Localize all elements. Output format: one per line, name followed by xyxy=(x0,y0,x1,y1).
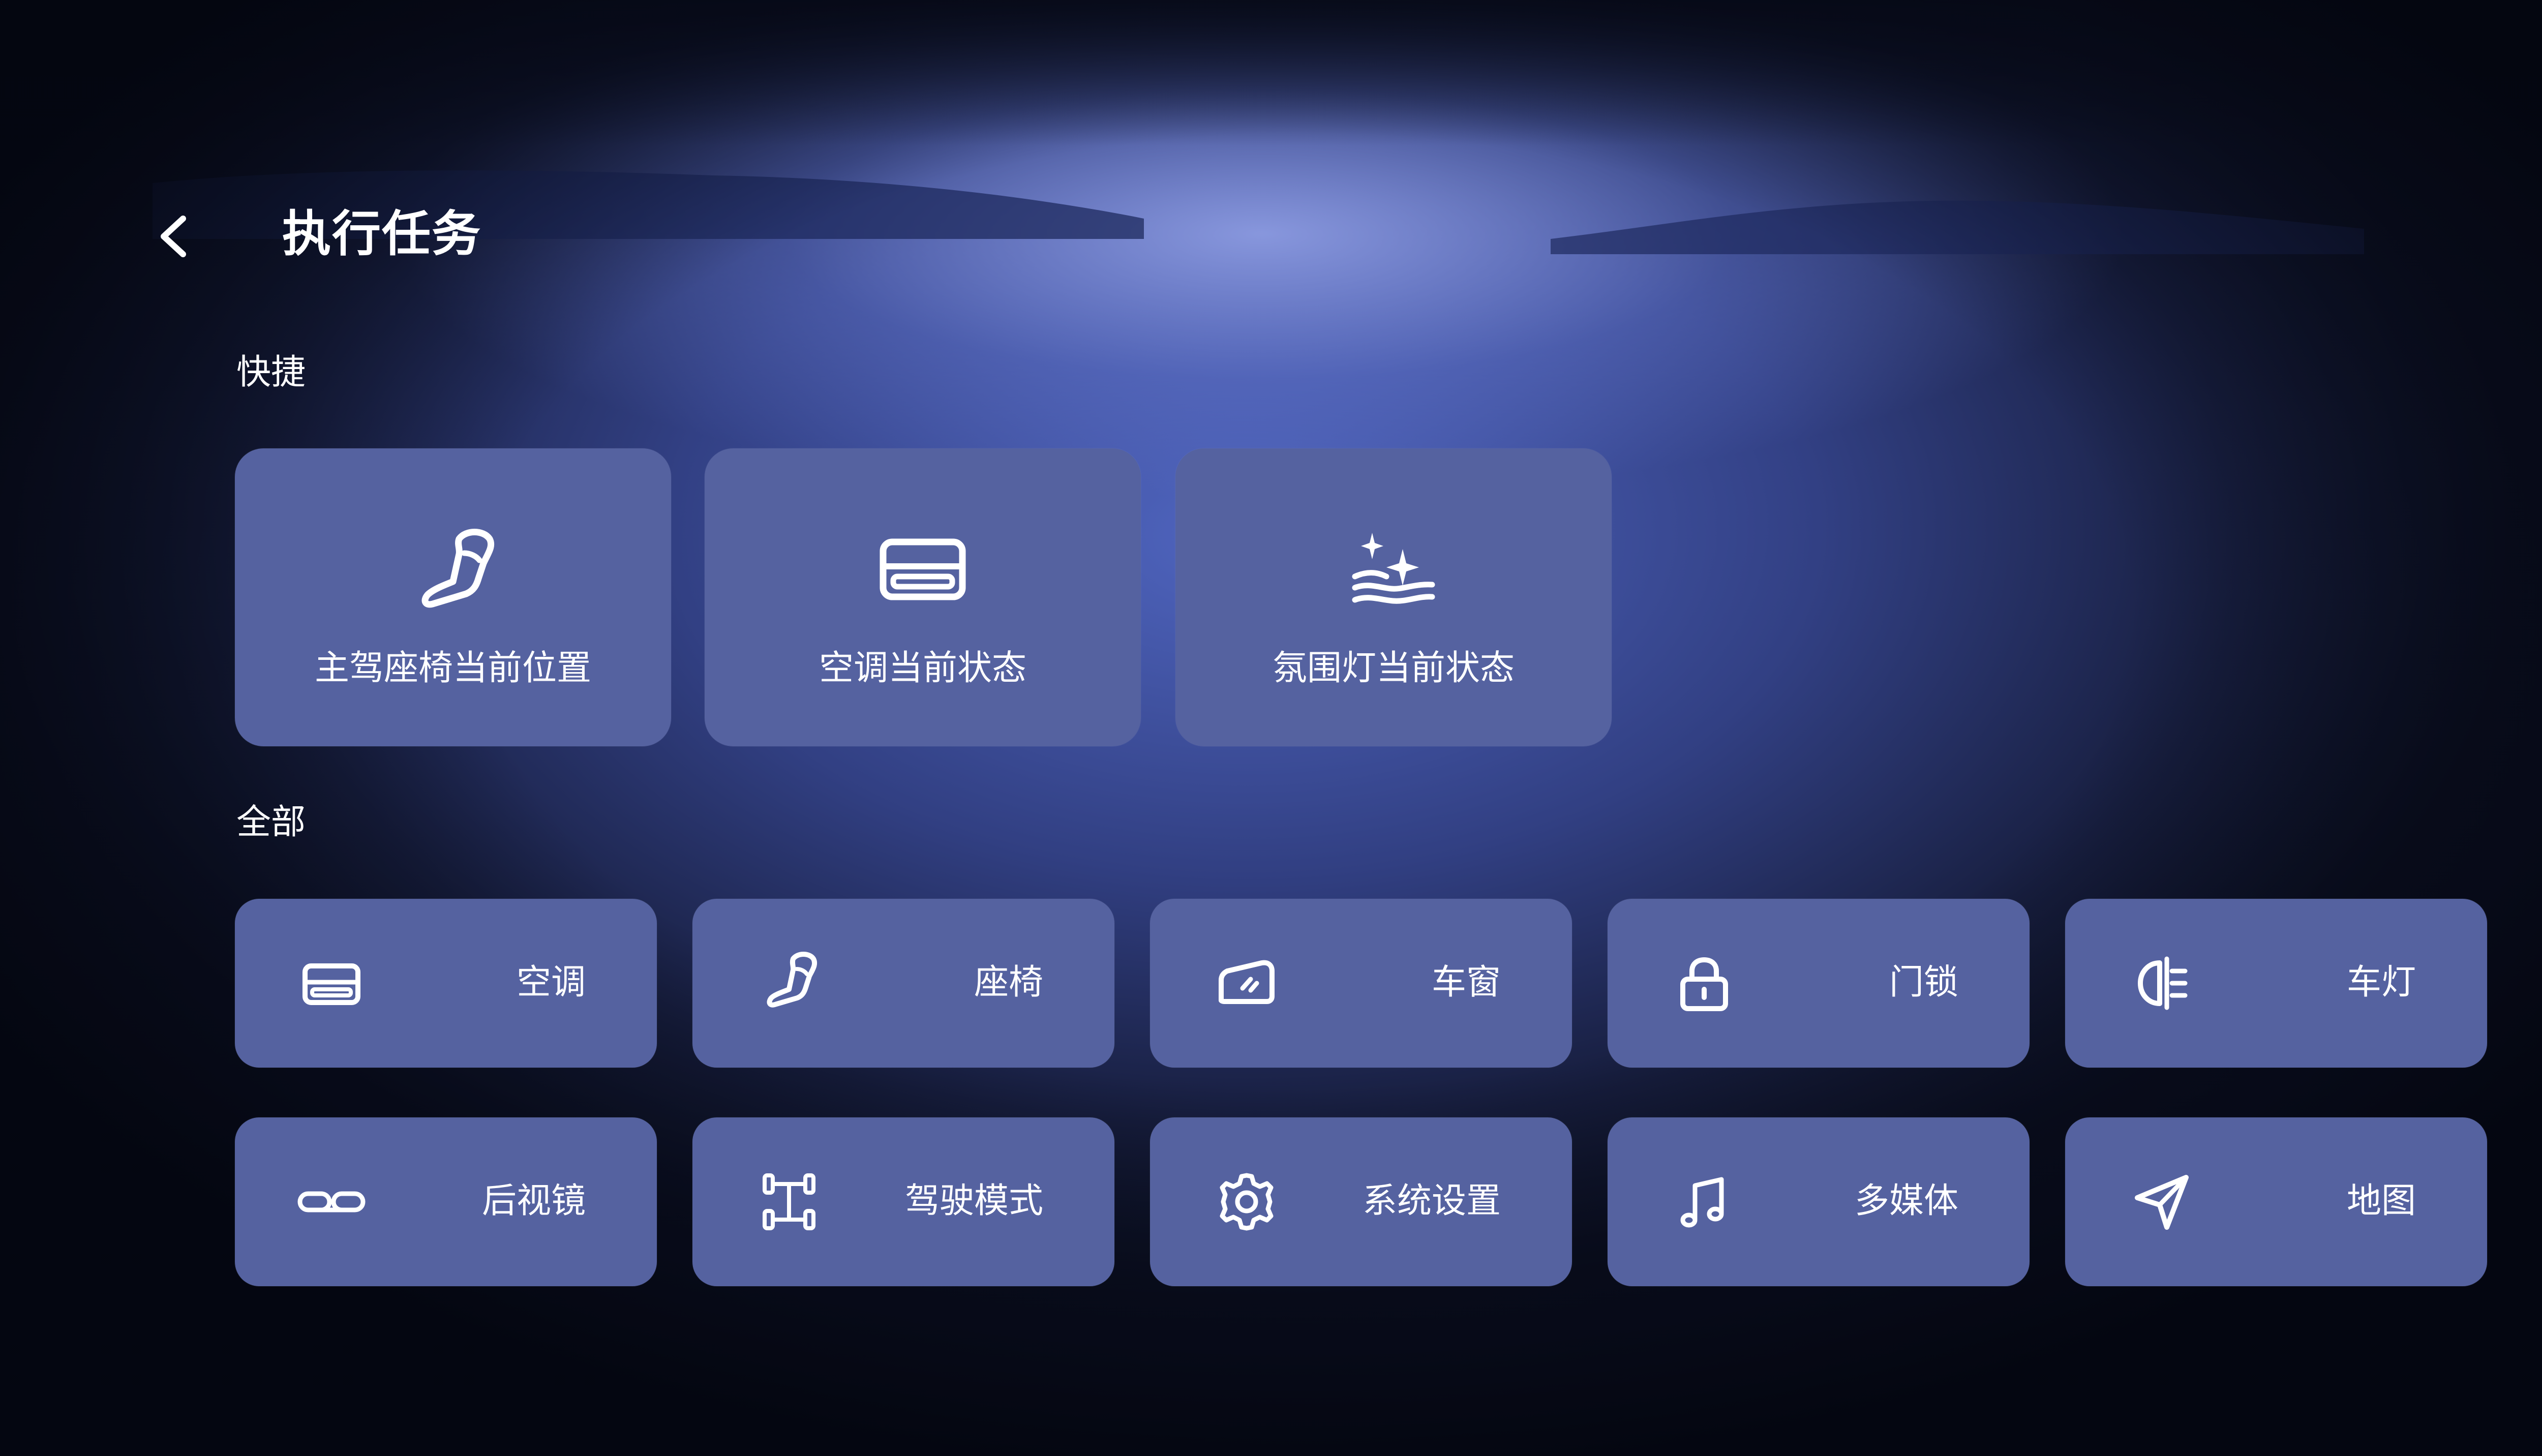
tile-label: 门锁 xyxy=(1889,962,1958,1003)
tile-door-lock[interactable]: 门锁 xyxy=(1608,899,2030,1068)
tile-car-window[interactable]: 车窗 xyxy=(1150,899,1572,1068)
air-conditioner-icon xyxy=(880,538,966,600)
quick-tile-ambient-light-status[interactable]: 氛围灯当前状态 xyxy=(1175,448,1612,746)
quick-tile-label: 氛围灯当前状态 xyxy=(1272,648,1515,688)
tile-label: 车窗 xyxy=(1431,962,1501,1003)
tile-map[interactable]: 地图 xyxy=(2065,1117,2487,1286)
section-label-quick: 快捷 xyxy=(236,352,306,392)
headlight-icon xyxy=(2138,956,2188,1010)
music-note-icon xyxy=(1680,1177,1724,1228)
lock-icon xyxy=(1680,957,1728,1011)
air-conditioner-icon xyxy=(302,963,360,1005)
navigation-icon xyxy=(2135,1175,2189,1230)
mirror-icon xyxy=(297,1191,366,1212)
tile-headlight[interactable]: 车灯 xyxy=(2065,899,2487,1068)
seat-icon xyxy=(767,952,818,1008)
section-label-all: 全部 xyxy=(236,802,306,842)
gear-icon xyxy=(1220,1173,1274,1231)
tile-system-settings[interactable]: 系统设置 xyxy=(1150,1117,1572,1286)
tile-label: 驾驶模式 xyxy=(904,1181,1043,1221)
tile-label: 多媒体 xyxy=(1854,1181,1958,1221)
tile-drive-mode[interactable]: 驾驶模式 xyxy=(692,1117,1114,1286)
tile-seat[interactable]: 座椅 xyxy=(692,899,1114,1068)
tile-label: 后视镜 xyxy=(481,1181,586,1221)
page-title: 执行任务 xyxy=(282,205,481,262)
tile-rearview-mirror[interactable]: 后视镜 xyxy=(235,1117,657,1286)
tile-label: 系统设置 xyxy=(1362,1181,1501,1221)
tile-label: 空调 xyxy=(516,962,586,1003)
tile-label: 车灯 xyxy=(2346,962,2416,1003)
tile-multimedia[interactable]: 多媒体 xyxy=(1608,1117,2030,1286)
tile-air-conditioner[interactable]: 空调 xyxy=(235,899,657,1068)
quick-tile-label: 空调当前状态 xyxy=(819,648,1026,688)
quick-tile-label: 主驾座椅当前位置 xyxy=(314,648,591,688)
seat-icon xyxy=(421,529,495,608)
quick-tile-ac-status[interactable]: 空调当前状态 xyxy=(705,448,1141,746)
drive-mode-icon xyxy=(763,1173,815,1230)
quick-tile-seat-position[interactable]: 主驾座椅当前位置 xyxy=(235,448,671,746)
tile-label: 座椅 xyxy=(974,962,1043,1003)
chevron-left-icon[interactable] xyxy=(153,208,198,264)
car-window-icon xyxy=(1219,960,1275,1004)
tile-label: 地图 xyxy=(2346,1181,2416,1221)
ambient-light-icon xyxy=(1352,533,1435,604)
